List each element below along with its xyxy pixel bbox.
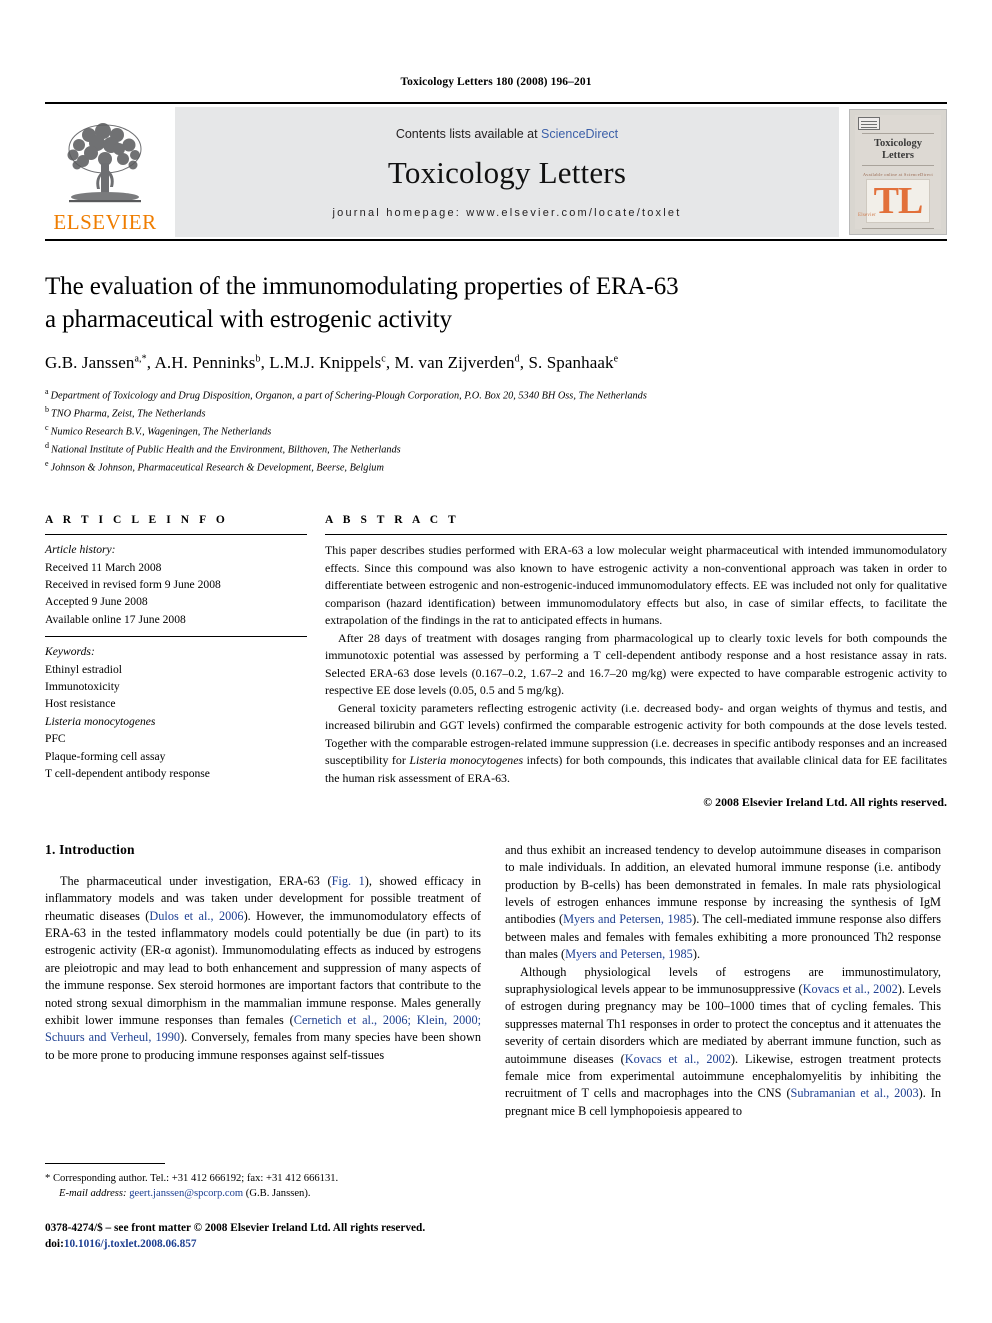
- cover-title: Toxicology Letters: [873, 138, 923, 162]
- intro-paragraph-right-continued: and thus exhibit an increased tendency t…: [505, 842, 941, 962]
- article-history-item: Received 11 March 2008: [45, 560, 162, 574]
- article-history-item: Available online 17 June 2008: [45, 612, 186, 626]
- introduction-heading: 1. Introduction: [45, 841, 135, 857]
- footnote-area: * Corresponding author. Tel.: +31 412 66…: [45, 1163, 481, 1201]
- abstract-paragraph-3: General toxicity parameters reflecting e…: [325, 700, 947, 785]
- author-name: M. van Zijverden: [394, 353, 515, 372]
- keyword-item: PFC: [45, 732, 66, 746]
- author-affiliation-mark: d: [514, 353, 520, 365]
- cover-publisher-badge: Elsevier: [858, 213, 876, 218]
- journal-masthead: ELSEVIER Contents lists available at Sci…: [45, 102, 947, 241]
- author-affiliation-mark: c: [381, 353, 386, 365]
- article-history-item: Received in revised form 9 June 2008: [45, 578, 221, 592]
- keywords-label: Keywords:: [45, 645, 95, 659]
- body-column-left: 1. Introduction The pharmaceutical under…: [45, 842, 481, 1120]
- cover-elsevier-icon: [858, 117, 880, 131]
- citation-dulos-2006[interactable]: Dulos et al., 2006: [149, 909, 243, 923]
- journal-title: Toxicology Letters: [387, 154, 627, 190]
- author-affiliation-mark: e: [613, 353, 619, 365]
- article-info-heading: A R T I C L E I N F O: [45, 514, 229, 527]
- author-name: A.H. Penninks: [154, 353, 256, 372]
- affiliation-item: b TNO Pharma, Zeist, The Netherlands: [45, 405, 206, 420]
- author-name: G.B. Janssen: [45, 353, 135, 372]
- sciencedirect-link[interactable]: ScienceDirect: [541, 127, 618, 141]
- title-line-1: The evaluation of the immunomodulating p…: [45, 273, 679, 300]
- doi-line: doi:10.1016/j.toxlet.2008.06.857: [45, 1238, 197, 1251]
- abstract-heading: A B S T R A C T: [325, 514, 460, 527]
- journal-banner: Contents lists available at ScienceDirec…: [175, 107, 839, 237]
- imprint-block: 0378-4274/$ – see front matter © 2008 El…: [45, 1220, 515, 1252]
- affiliation-item: a Department of Toxicology and Drug Dispo…: [45, 387, 647, 402]
- author-name: L.M.J. Knippels: [269, 353, 382, 372]
- figure-1-link[interactable]: Fig. 1: [332, 874, 365, 888]
- keyword-item: Immunotoxicity: [45, 680, 120, 694]
- abstract-paragraph-1: This paper describes studies performed w…: [325, 543, 947, 628]
- cover-tl-logo: TL: [873, 180, 924, 223]
- affiliation-item: d National Institute of Public Health and…: [45, 441, 401, 456]
- author-affiliation-mark: a,*: [134, 353, 147, 365]
- keyword-item: T cell-dependent antibody response: [45, 767, 210, 780]
- citation-kovacs-2002-b[interactable]: Kovacs et al., 2002: [625, 1052, 731, 1066]
- article-history-item: Accepted 9 June 2008: [45, 595, 148, 609]
- page-title: The evaluation of the immunomodulating p…: [45, 271, 947, 336]
- journal-article-page: Toxicology Letters 180 (2008) 196–201 EL…: [0, 0, 992, 1323]
- journal-cover-thumbnail: Toxicology Letters Available online at Sc…: [849, 109, 947, 235]
- elsevier-tree-icon: [67, 123, 142, 203]
- abstract-column: A B S T R A C T This paper describes stu…: [307, 514, 947, 812]
- elsevier-wordmark: ELSEVIER: [53, 210, 157, 234]
- citation-subramanian-2003[interactable]: Subramanian et al., 2003: [791, 1086, 919, 1100]
- citation-myers-petersen-1985-a[interactable]: Myers and Petersen, 1985: [563, 912, 692, 926]
- email-label: E-mail address:: [59, 1188, 127, 1200]
- article-history-label: Article history:: [45, 543, 116, 557]
- author-name: S. Spanhaak: [528, 353, 614, 372]
- keywords-group: Keywords: Ethinyl estradiol Immunotoxicit…: [45, 637, 307, 790]
- abstract-paragraph-2: After 28 days of treatment with dosages …: [325, 630, 947, 698]
- email-note: E-mail address: geert.janssen@spcorp.com…: [45, 1186, 481, 1201]
- cover-subtitle: Available online at ScienceDirect: [862, 172, 934, 178]
- running-head: Toxicology Letters 180 (2008) 196–201: [400, 76, 592, 88]
- article-info-column: A R T I C L E I N F O Article history: R…: [45, 514, 307, 812]
- contents-prefix: Contents lists available at: [395, 126, 542, 141]
- keyword-item: Listeria monocytogenes: [45, 714, 156, 728]
- body-columns: 1. Introduction The pharmaceutical under…: [45, 842, 947, 1120]
- info-abstract-row: A R T I C L E I N F O Article history: R…: [45, 514, 947, 812]
- article-history-group: Article history: Received 11 March 2008 R…: [45, 535, 307, 636]
- affiliation-item: e Johnson & Johnson, Pharmaceutical Resea…: [45, 459, 384, 474]
- keyword-item: Ethinyl estradiol: [45, 662, 122, 676]
- keyword-item: Host resistance: [45, 697, 116, 711]
- author-affiliation-mark: b: [255, 353, 261, 365]
- author-list: G.B. Janssena,*, A.H. Penninksb, L.M.J. …: [45, 353, 619, 372]
- intro-paragraph-left: The pharmaceutical under investigation, …: [45, 873, 482, 1062]
- journal-homepage-line[interactable]: journal homepage: www.elsevier.com/locat…: [333, 207, 682, 219]
- body-column-right: and thus exhibit an increased tendency t…: [505, 842, 941, 1120]
- intro-paragraph-right-2: Although physiological levels of estroge…: [505, 964, 941, 1118]
- contents-available-line: Contents lists available at ScienceDirec…: [396, 127, 618, 141]
- doi-link[interactable]: 10.1016/j.toxlet.2008.06.857: [64, 1238, 197, 1250]
- citation-kovacs-2002-a[interactable]: Kovacs et al., 2002: [803, 982, 898, 996]
- corresponding-author-mark: *: [45, 1173, 51, 1184]
- affiliation-list: a Department of Toxicology and Drug Dispo…: [45, 386, 947, 476]
- issn-line: 0378-4274/$ – see front matter © 2008 El…: [45, 1222, 426, 1234]
- abstract-body: This paper describes studies performed w…: [325, 535, 947, 812]
- abstract-copyright: © 2008 Elsevier Ireland Ltd. All rights …: [703, 795, 947, 810]
- citation-myers-petersen-1985-b[interactable]: Myers and Petersen, 1985: [565, 947, 693, 961]
- title-line-2: a pharmaceutical with estrogenic activit…: [45, 305, 452, 333]
- email-link[interactable]: geert.janssen@spcorp.com: [129, 1188, 243, 1199]
- corresponding-author-note: * Corresponding author. Tel.: +31 412 66…: [45, 1171, 481, 1186]
- corresponding-author-text: Corresponding author. Tel.: +31 412 6661…: [52, 1173, 339, 1184]
- affiliation-item: c Numico Research B.V., Wageningen, The N…: [45, 423, 272, 438]
- footnote-divider: [45, 1163, 165, 1164]
- title-block: The evaluation of the immunomodulating p…: [45, 271, 947, 476]
- keyword-item: Plaque-forming cell assay: [45, 749, 166, 763]
- elsevier-logo: ELSEVIER: [45, 107, 165, 237]
- email-owner: (G.B. Janssen).: [245, 1188, 311, 1200]
